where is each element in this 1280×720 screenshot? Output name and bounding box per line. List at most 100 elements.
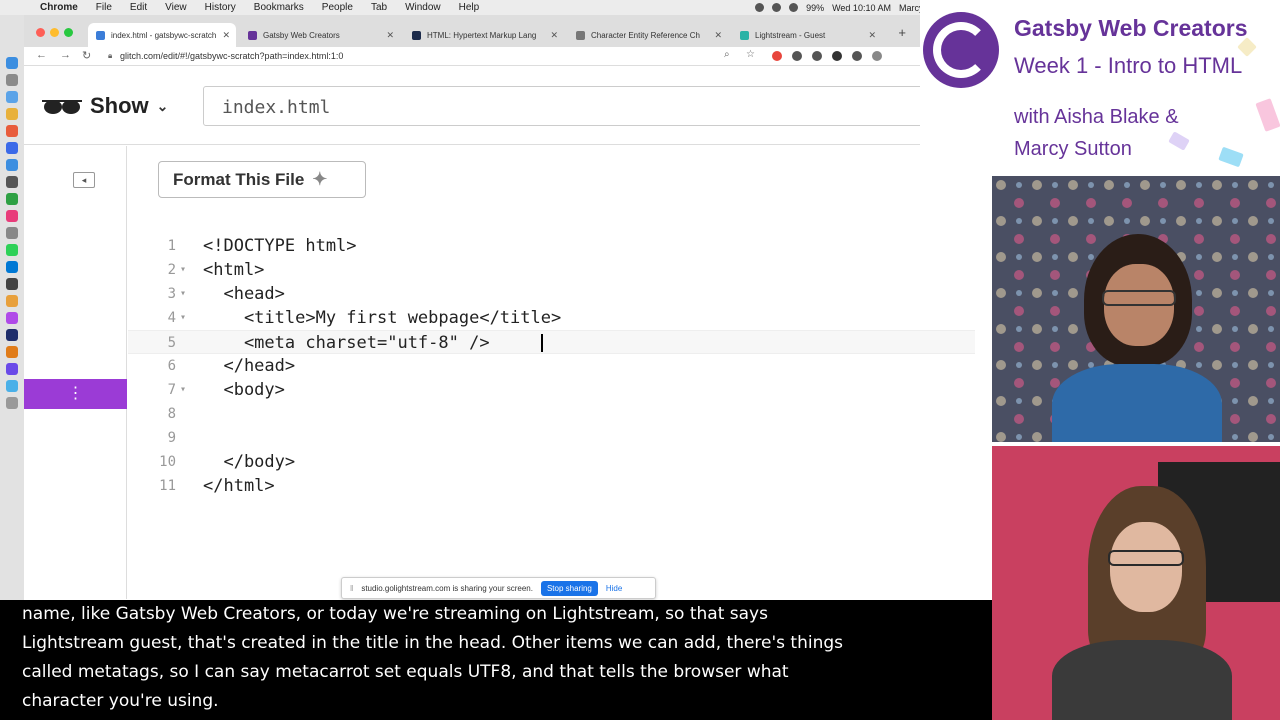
dock-app-icon[interactable] <box>6 312 18 324</box>
menu-app-name[interactable]: Chrome <box>40 2 78 13</box>
fold-toggle-icon[interactable]: ▾ <box>180 258 186 282</box>
dock-app-icon[interactable] <box>6 227 18 239</box>
extension-icon[interactable] <box>852 51 862 61</box>
line-number: 2 <box>167 262 176 278</box>
extension-icon[interactable] <box>832 51 842 61</box>
code-line[interactable]: 1 <!DOCTYPE html> <box>128 234 975 258</box>
file-search-input[interactable]: index.html <box>203 86 979 126</box>
code-line[interactable]: 9 <box>128 426 975 450</box>
dock-app-icon[interactable] <box>6 210 18 222</box>
status-icon[interactable] <box>755 3 765 12</box>
extension-icon[interactable] <box>812 51 822 61</box>
star-icon[interactable]: ☆ <box>746 49 755 60</box>
back-arrow-icon[interactable]: ← <box>36 49 47 61</box>
menu-tab[interactable]: Tab <box>371 2 387 13</box>
code-line[interactable]: 3 ▾ <head> <box>128 282 975 306</box>
close-tab-icon[interactable]: ✕ <box>222 30 230 41</box>
dock-app-icon[interactable] <box>6 91 18 103</box>
menu-file[interactable]: File <box>96 2 112 13</box>
dock-app-icon[interactable] <box>6 346 18 358</box>
dock-app-icon[interactable] <box>6 261 18 273</box>
line-number: 6 <box>167 358 176 374</box>
tab-entity-reference[interactable]: Character Entity Reference Ch ✕ <box>568 23 728 47</box>
tab-mdn-html[interactable]: HTML: Hypertext Markup Lang ✕ <box>404 23 564 47</box>
code-line[interactable]: 8 <box>128 402 975 426</box>
tab-lightstream[interactable]: Lightstream - Guest ✕ <box>732 23 882 47</box>
maximize-window-button[interactable] <box>64 28 73 37</box>
caption-line: called metatags, so I can say metacarrot… <box>22 662 789 682</box>
dock-app-icon[interactable] <box>6 74 18 86</box>
dock-app-icon[interactable] <box>6 108 18 120</box>
clock[interactable]: Wed 10:10 AM <box>832 3 891 13</box>
extension-icon[interactable] <box>772 51 782 61</box>
code-line[interactable]: 5 <meta charset="utf-8" /> <box>128 330 975 354</box>
wifi-icon[interactable] <box>789 3 799 12</box>
menu-help[interactable]: Help <box>459 2 480 13</box>
code-line[interactable]: 2 ▾ <html> <box>128 258 975 282</box>
dock-app-icon[interactable] <box>6 193 18 205</box>
glasses <box>1102 290 1176 306</box>
forward-arrow-icon[interactable]: → <box>60 49 71 61</box>
status-icon[interactable] <box>772 3 782 12</box>
show-button[interactable]: Show ⌄ <box>40 93 168 119</box>
caption-line: character you're using. <box>22 691 219 711</box>
dock-app-icon[interactable] <box>6 176 18 188</box>
dock-app-icon[interactable] <box>6 278 18 290</box>
drag-handle-icon[interactable]: ‖ <box>350 584 353 593</box>
close-window-button[interactable] <box>36 28 45 37</box>
close-tab-icon[interactable]: ✕ <box>714 30 722 41</box>
collapse-sidebar-button[interactable]: ◂ <box>73 172 95 188</box>
code-line[interactable]: 10 </body> <box>128 450 975 474</box>
dock-app-icon[interactable] <box>6 363 18 375</box>
code-line[interactable]: 6 </head> <box>128 354 975 378</box>
menu-window[interactable]: Window <box>405 2 441 13</box>
fold-toggle-icon[interactable]: ▾ <box>180 306 186 330</box>
caption-line: name, like Gatsby Web Creators, or today… <box>22 604 768 624</box>
brand-hosts: with Aisha Blake & Marcy Sutton <box>1014 101 1179 165</box>
code-line[interactable]: 4 ▾ <title>My first webpage</title> <box>128 306 975 330</box>
new-tab-icon[interactable]: + <box>898 25 906 40</box>
code-editor[interactable]: Format This File ✦ 1 <!DOCTYPE html> 2 ▾ <ht… <box>128 146 975 599</box>
stop-sharing-button[interactable]: Stop sharing <box>540 580 598 596</box>
format-file-button[interactable]: Format This File ✦ <box>158 161 366 198</box>
fold-toggle-icon[interactable]: ▾ <box>180 378 186 402</box>
menu-view[interactable]: View <box>165 2 187 13</box>
menu-bookmarks[interactable]: Bookmarks <box>254 2 304 13</box>
url-field[interactable]: glitch.com/edit/#!/gatsbywc-scratch?path… <box>120 51 343 61</box>
tab-glitch-editor[interactable]: index.html - gatsbywc-scratch ✕ <box>88 23 236 47</box>
reload-icon[interactable]: ↻ <box>82 49 91 62</box>
code-line[interactable]: 7 ▾ <body> <box>128 378 975 402</box>
extension-icon[interactable] <box>792 51 802 61</box>
glitch-header: Show ⌄ index.html ⚲ <box>24 67 979 145</box>
dock-app-icon[interactable] <box>6 125 18 137</box>
dock-app-icon[interactable] <box>6 244 18 256</box>
menu-history[interactable]: History <box>205 2 236 13</box>
dock-app-icon[interactable] <box>6 159 18 171</box>
dock-app-icon[interactable] <box>6 295 18 307</box>
trash-icon[interactable] <box>6 397 18 409</box>
code-text: </head> <box>203 356 296 376</box>
close-tab-icon[interactable]: ✕ <box>386 30 394 41</box>
dock-app-icon[interactable] <box>6 380 18 392</box>
dock-app-icon[interactable] <box>6 57 18 69</box>
tab-gatsby[interactable]: Gatsby Web Creators ✕ <box>240 23 400 47</box>
active-file-options-button[interactable]: ⋮ <box>24 379 127 409</box>
zoom-icon[interactable]: ⌕ <box>724 49 730 60</box>
minimize-window-button[interactable] <box>50 28 59 37</box>
dock-app-icon[interactable] <box>6 142 18 154</box>
close-tab-icon[interactable]: ✕ <box>868 30 876 41</box>
current-filename: index.html <box>222 97 331 118</box>
dock-app-icon[interactable] <box>6 329 18 341</box>
mdn-favicon-icon <box>412 30 421 40</box>
extension-icon[interactable] <box>872 51 882 61</box>
globe-icon <box>576 30 585 40</box>
file-sidebar: ◂ ⋮ <box>24 146 127 599</box>
fold-toggle-icon[interactable]: ▾ <box>180 282 186 306</box>
code-lines[interactable]: 1 <!DOCTYPE html> 2 ▾ <html> 3 ▾ <head> 4 ▾ <tit… <box>128 234 975 498</box>
close-tab-icon[interactable]: ✕ <box>550 30 558 41</box>
hide-banner-button[interactable]: Hide <box>606 584 622 593</box>
code-line[interactable]: 11 </html> <box>128 474 975 498</box>
menu-edit[interactable]: Edit <box>130 2 147 13</box>
lock-icon[interactable]: 🔒︎ <box>108 51 112 61</box>
menu-people[interactable]: People <box>322 2 353 13</box>
